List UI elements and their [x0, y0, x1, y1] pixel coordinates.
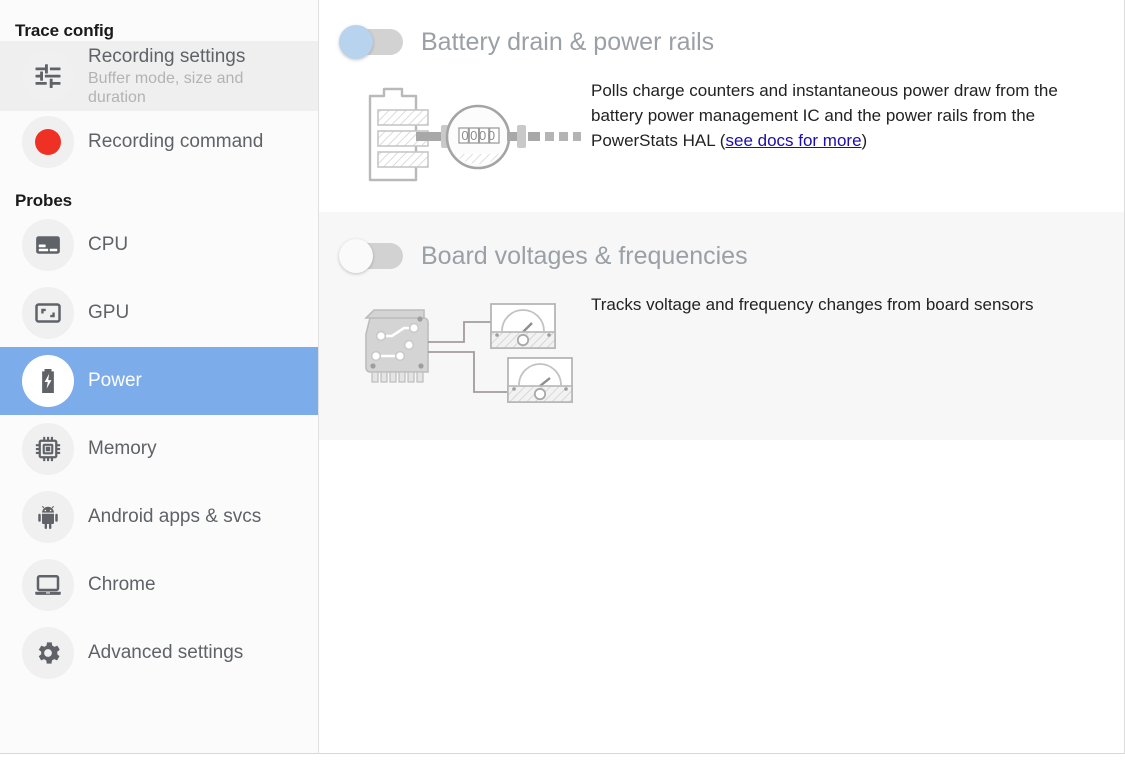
sidebar-item-advanced-settings-text: Advanced settings: [88, 641, 243, 665]
sidebar-item-gpu[interactable]: GPU: [0, 279, 318, 347]
probe-header-board-voltages: Board voltages & frequencies: [339, 232, 1096, 280]
sidebar-item-gpu-label: GPU: [88, 302, 130, 323]
trace-config-app: Trace config Recording settings Buffer m…: [0, 0, 1125, 760]
toggle-knob: [339, 25, 373, 59]
probe-description-text: Tracks voltage and frequency changes fro…: [591, 295, 1034, 314]
sidebar-item-advanced-settings[interactable]: Advanced settings: [0, 619, 318, 687]
sidebar-heading-probes: Probes: [15, 191, 73, 210]
sidebar-heading-trace-config: Trace config: [15, 21, 114, 40]
board-gauges-illustration: [341, 284, 591, 410]
sidebar-item-cpu-label: CPU: [88, 234, 129, 255]
sidebar-item-cpu[interactable]: CPU: [0, 211, 318, 279]
memory-chip-icon: [22, 423, 74, 475]
record-circle-icon: [22, 116, 74, 168]
sidebar-item-chrome-label: Chrome: [88, 574, 156, 595]
cpu-icon: [22, 219, 74, 271]
battery-meter-illustration: 0000: [341, 70, 591, 190]
sidebar-item-android-apps-svcs[interactable]: Android apps & svcs: [0, 483, 318, 551]
probe-body-board-voltages: Tracks voltage and frequency changes fro…: [341, 284, 1096, 410]
sidebar-item-power-text: Power: [88, 369, 142, 393]
sidebar-item-power-label: Power: [88, 370, 142, 391]
sidebar-item-android-apps-svcs-label: Android apps & svcs: [88, 506, 262, 527]
meter-digits: 0000: [461, 128, 496, 143]
probe-description-battery-drain: Polls charge counters and instantaneous …: [591, 70, 1061, 153]
gear-icon: [22, 627, 74, 679]
sidebar-item-memory[interactable]: Memory: [0, 415, 318, 483]
sidebar-item-recording-command[interactable]: Recording command: [0, 111, 318, 173]
sidebar-item-recording-command-text: Recording command: [88, 130, 263, 154]
probe-body-battery-drain: 0000 Polls charge counters and instantan…: [341, 70, 1096, 190]
probe-detail-panel: Battery drain & power rails 0000 Polls c…: [319, 0, 1125, 754]
probe-header-battery-drain: Battery drain & power rails: [339, 18, 1096, 66]
toggle-board-voltages[interactable]: [339, 239, 403, 273]
sidebar-item-gpu-text: GPU: [88, 301, 129, 325]
probe-title-board-voltages: Board voltages & frequencies: [421, 241, 748, 270]
android-icon: [22, 491, 74, 543]
see-docs-link[interactable]: see docs for more: [725, 131, 861, 150]
sidebar-item-memory-text: Memory: [88, 437, 157, 461]
battery-bolt-icon: [22, 355, 74, 407]
sidebar-item-chrome-text: Chrome: [88, 573, 156, 597]
sidebar-item-recording-settings-label: Recording settings: [88, 46, 246, 67]
sidebar-item-power[interactable]: Power: [0, 347, 318, 415]
sidebar-item-cpu-text: CPU: [88, 233, 128, 257]
sidebar-item-recording-settings[interactable]: Recording settings Buffer mode, size and…: [0, 41, 318, 111]
sidebar-item-recording-command-label: Recording command: [88, 131, 264, 152]
record-dot: [35, 129, 61, 155]
probe-description-board-voltages: Tracks voltage and frequency changes fro…: [591, 284, 1041, 317]
sidebar-item-advanced-settings-label: Advanced settings: [88, 642, 244, 663]
sidebar-item-recording-settings-sublabel: Buffer mode, size and duration: [88, 70, 244, 106]
toggle-knob: [339, 239, 373, 273]
sidebar-item-recording-settings-text: Recording settings Buffer mode, size and…: [88, 45, 303, 107]
tune-sliders-icon: [22, 50, 74, 102]
probe-card-board-voltages: Board voltages & frequencies Tracks volt…: [319, 212, 1124, 440]
gpu-icon: [22, 287, 74, 339]
sidebar-item-chrome[interactable]: Chrome: [0, 551, 318, 619]
probe-card-battery-drain: Battery drain & power rails 0000 Polls c…: [319, 0, 1124, 212]
laptop-icon: [22, 559, 74, 611]
toggle-battery-drain[interactable]: [339, 25, 403, 59]
sidebar-item-memory-label: Memory: [88, 438, 157, 459]
probe-description-text-post: ): [861, 131, 868, 150]
probe-title-battery-drain: Battery drain & power rails: [421, 27, 715, 56]
sidebar-item-android-apps-svcs-text: Android apps & svcs: [88, 505, 261, 529]
sidebar: Trace config Recording settings Buffer m…: [0, 0, 319, 754]
